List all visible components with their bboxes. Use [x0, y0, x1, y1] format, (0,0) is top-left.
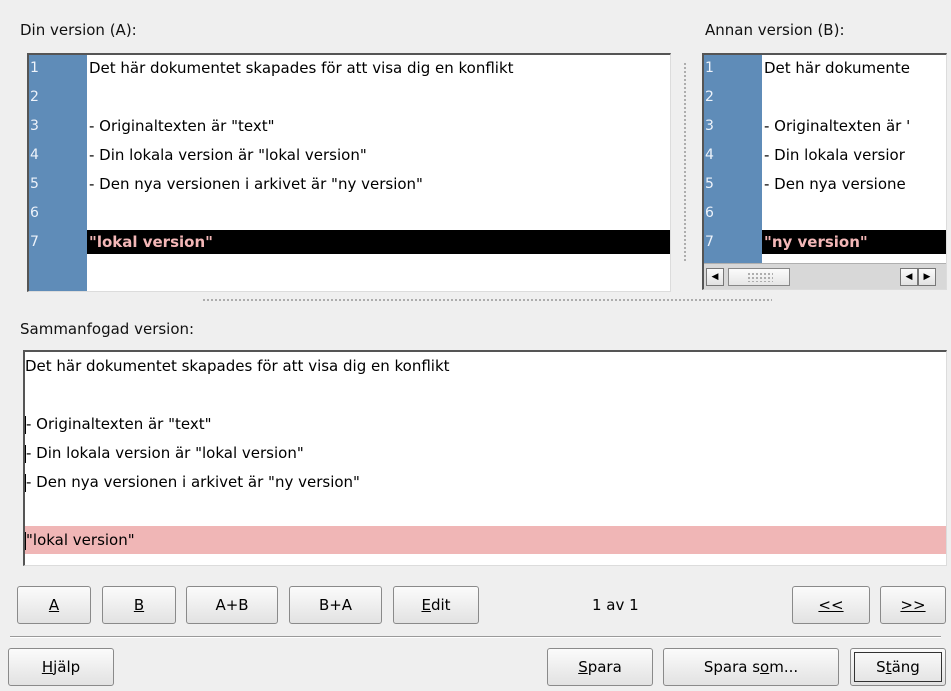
line-text: - Originaltexten är "text": [89, 117, 275, 135]
line-number: 4: [30, 147, 39, 163]
conflict-counter: 1 av 1: [592, 596, 639, 614]
help-button[interactable]: Hjälp: [8, 648, 114, 686]
merged-label: Sammanfogad version:: [20, 320, 195, 338]
next-conflict-button[interactable]: >>: [880, 586, 946, 624]
previous-conflict-button[interactable]: <<: [792, 586, 870, 624]
choose-a-then-b-button[interactable]: A+B: [186, 586, 278, 624]
merged-line: - Originaltexten är "text": [25, 410, 946, 438]
merged-line-text: - Den nya versionen i arkivet är "ny ver…: [26, 473, 360, 491]
line-number: 2: [30, 89, 39, 105]
line-text: - Din lokala version är "lokal version": [89, 146, 367, 164]
line-number: 7: [705, 234, 714, 250]
line-number: 3: [705, 118, 714, 134]
line-number: 2: [705, 89, 714, 105]
merged-line: - Den nya versionen i arkivet är "ny ver…: [25, 468, 946, 496]
line-text: "ny version": [764, 233, 868, 251]
button-separator: [10, 636, 941, 638]
scroll-right-arrow-icon[interactable]: ▶: [918, 268, 936, 286]
merged-conflict-line: "lokal version": [25, 526, 946, 554]
line-number: 5: [705, 176, 714, 192]
line-text: - Den nya versionen i arkivet är "ny ver…: [89, 175, 423, 193]
merged-line-text: Det här dokumentet skapades för att visa…: [25, 357, 450, 375]
scroll-left-arrow-icon[interactable]: ◀: [900, 268, 918, 286]
pane-a-text-view[interactable]: 1 Det här dokumentet skapades för att vis…: [27, 53, 671, 292]
text-line: 5 - Den nya versionen i arkivet är "ny ve…: [29, 172, 670, 196]
line-text: Det här dokumentet skapades för att visa…: [89, 59, 514, 77]
help-label: Hjälp: [41, 658, 81, 676]
text-line: 4 - Din lokala version är "lokal version": [29, 143, 670, 167]
merged-line: [25, 381, 946, 409]
line-text: "lokal version": [89, 233, 213, 251]
line-text: - Den nya versione: [764, 175, 906, 193]
merged-line-text: - Din lokala version är "lokal version": [26, 444, 304, 462]
text-line: 6: [704, 201, 946, 225]
merged-text-editor[interactable]: Det här dokumentet skapades för att visa…: [23, 350, 947, 566]
choose-b-then-a-button[interactable]: B+A: [289, 586, 382, 624]
pane-a-label: Din version (A):: [20, 21, 137, 39]
line-number: 7: [30, 234, 39, 250]
scroll-thumb[interactable]: [728, 268, 790, 286]
line-text: Det här dokumente: [764, 59, 910, 77]
text-line: 3 - Originaltexten är ': [704, 114, 946, 138]
vertical-splitter-handle[interactable]: [683, 62, 687, 262]
line-number: 6: [705, 205, 714, 221]
save-as-label: Spara som...: [703, 658, 799, 676]
merged-line: - Din lokala version är "lokal version": [25, 439, 946, 467]
merged-line-text: "lokal version": [26, 531, 135, 549]
choose-b-label: B: [133, 596, 145, 614]
text-line: 6: [29, 201, 670, 225]
text-line: 5 - Den nya versione: [704, 172, 946, 196]
text-line: 4 - Din lokala versior: [704, 143, 946, 167]
line-text: - Din lokala versior: [764, 146, 905, 164]
save-button[interactable]: Spara: [547, 648, 653, 686]
choose-a-label: A: [48, 596, 60, 614]
text-line: 3 - Originaltexten är "text": [29, 114, 670, 138]
line-number: 1: [705, 60, 714, 76]
conflict-line: 7 "lokal version": [29, 230, 670, 254]
pane-b-horizontal-scrollbar[interactable]: ◀ ◀ ▶: [704, 263, 946, 289]
merged-line: Det här dokumentet skapades för att visa…: [25, 352, 946, 380]
merged-line-text: - Originaltexten är "text": [26, 415, 212, 433]
text-line: 1 Det här dokumentet skapades för att vis…: [29, 56, 670, 80]
line-text: - Originaltexten är ': [764, 117, 911, 135]
choose-b-button[interactable]: B: [102, 586, 176, 624]
previous-label: <<: [818, 596, 844, 614]
line-number: 4: [705, 147, 714, 163]
close-button[interactable]: Stäng: [850, 648, 946, 686]
text-line: 2: [29, 85, 670, 109]
merged-line: [25, 497, 946, 525]
scroll-left-arrow-icon[interactable]: ◀: [706, 268, 724, 286]
choose-a-button[interactable]: A: [17, 586, 91, 624]
save-as-button[interactable]: Spara som...: [663, 648, 839, 686]
line-number: 6: [30, 205, 39, 221]
next-label: >>: [900, 596, 926, 614]
line-number: 5: [30, 176, 39, 192]
text-line: 2: [704, 85, 946, 109]
pane-b-text-view[interactable]: ◀ ◀ ▶ 1 Det här dokumente 2 3 - Originaltext…: [702, 53, 947, 290]
conflict-line: 7 "ny version": [704, 230, 946, 254]
horizontal-splitter-handle[interactable]: [202, 298, 772, 302]
line-number: 3: [30, 118, 39, 134]
text-line: 1 Det här dokumente: [704, 56, 946, 80]
edit-button[interactable]: Edit: [393, 586, 479, 624]
close-label: Stäng: [876, 658, 920, 676]
save-label: Spara: [578, 658, 622, 676]
line-number: 1: [30, 60, 39, 76]
pane-b-label: Annan version (B):: [705, 21, 845, 39]
edit-label: Edit: [421, 596, 451, 614]
